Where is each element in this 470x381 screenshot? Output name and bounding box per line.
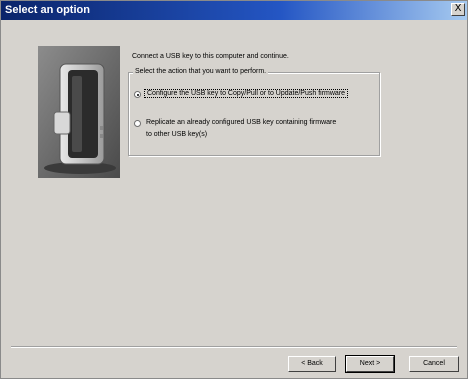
action-groupbox xyxy=(128,72,380,156)
radio-replicate-usb-label-line2[interactable]: to other USB key(s) xyxy=(146,129,207,141)
back-button[interactable]: < Back xyxy=(288,356,336,372)
title-bar[interactable]: Select an option X xyxy=(1,1,467,20)
close-icon: X xyxy=(454,3,462,14)
instruction-text: Connect a USB key to this computer and c… xyxy=(132,53,289,60)
thin-client-device-image xyxy=(38,46,120,178)
window-title: Select an option xyxy=(5,4,90,16)
cancel-button[interactable]: Cancel xyxy=(409,356,459,372)
close-button[interactable]: X xyxy=(451,3,465,16)
radio-configure-usb[interactable] xyxy=(134,91,141,98)
radio-replicate-usb[interactable] xyxy=(134,120,141,127)
footer-separator xyxy=(11,346,457,348)
radio-replicate-usb-label-line1[interactable]: Replicate an already configured USB key … xyxy=(146,117,336,129)
next-button[interactable]: Next > xyxy=(345,355,395,373)
dialog-window: Select an option X Connect a USB key to … xyxy=(0,0,468,379)
groupbox-legend: Select the action that you want to perfo… xyxy=(133,68,269,75)
radio-configure-usb-label[interactable]: Configure the USB key to Copy/Pull or to… xyxy=(144,88,349,100)
